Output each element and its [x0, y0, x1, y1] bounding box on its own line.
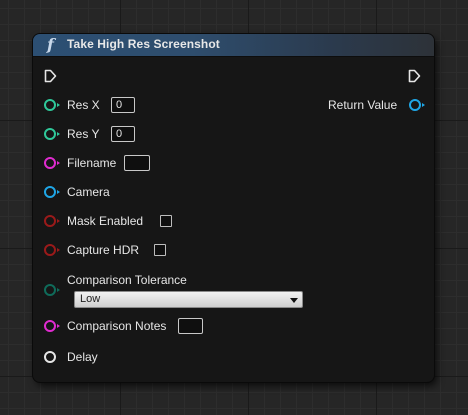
function-icon: f: [47, 35, 54, 54]
pin-arrow-icon: [57, 248, 60, 252]
int-pin-icon[interactable]: [44, 99, 56, 111]
object-pin-icon[interactable]: [44, 186, 56, 198]
mask-enabled-checkbox[interactable]: [160, 215, 172, 227]
comparison-notes-input[interactable]: [178, 318, 203, 334]
pin-row-capture-hdr: Capture HDR: [44, 242, 184, 260]
node-title: Take High Res Screenshot: [67, 37, 220, 51]
exec-output-pin-icon[interactable]: [408, 69, 421, 83]
dropdown-selected-value: Low: [80, 293, 101, 305]
camera-label: Camera: [67, 185, 110, 199]
capture-hdr-label: Capture HDR: [67, 243, 140, 257]
capture-hdr-checkbox[interactable]: [154, 244, 166, 256]
pin-row-res-y: Res Y 0: [44, 126, 144, 144]
pin-arrow-icon: [57, 132, 60, 136]
string-pin-icon[interactable]: [44, 157, 56, 169]
pin-row-camera: Camera: [44, 184, 144, 202]
pin-arrow-icon: [422, 103, 425, 107]
pin-arrow-icon: [57, 288, 60, 292]
mask-enabled-label: Mask Enabled: [67, 214, 144, 228]
comparison-tolerance-dropdown[interactable]: Low: [74, 291, 303, 308]
float-pin-icon[interactable]: [44, 351, 56, 363]
exec-input-pin-icon[interactable]: [44, 69, 57, 83]
object-pin-icon[interactable]: [409, 99, 421, 111]
res-y-label: Res Y: [67, 127, 100, 141]
pin-arrow-icon: [57, 219, 60, 223]
pin-row-return-value: Return Value: [320, 97, 425, 115]
chevron-down-icon: [290, 298, 298, 303]
bool-pin-icon[interactable]: [44, 244, 56, 256]
pin-row-delay: Delay: [44, 349, 144, 367]
string-pin-icon[interactable]: [44, 320, 56, 332]
bool-pin-icon[interactable]: [44, 215, 56, 227]
node-header[interactable]: f Take High Res Screenshot: [33, 34, 434, 57]
comparison-notes-label: Comparison Notes: [67, 319, 167, 333]
res-y-input[interactable]: 0: [111, 126, 135, 142]
pin-arrow-icon: [57, 324, 60, 328]
delay-label: Delay: [67, 350, 98, 364]
int-pin-icon[interactable]: [44, 128, 56, 140]
filename-input[interactable]: [124, 155, 150, 171]
pin-row-filename: Filename: [44, 155, 164, 173]
pin-arrow-icon: [57, 161, 60, 165]
return-value-label: Return Value: [328, 98, 398, 112]
pin-row-comparison-notes: Comparison Notes: [44, 318, 214, 336]
enum-pin-icon[interactable]: [44, 284, 56, 296]
pin-arrow-icon: [57, 190, 60, 194]
res-x-input[interactable]: 0: [111, 97, 135, 113]
pin-arrow-icon: [57, 103, 60, 107]
res-x-label: Res X: [67, 98, 100, 112]
pin-row-res-x: Res X 0: [44, 97, 144, 115]
filename-label: Filename: [67, 156, 117, 170]
comparison-tolerance-label: Comparison Tolerance: [67, 273, 187, 287]
pin-row-mask-enabled: Mask Enabled: [44, 213, 184, 231]
